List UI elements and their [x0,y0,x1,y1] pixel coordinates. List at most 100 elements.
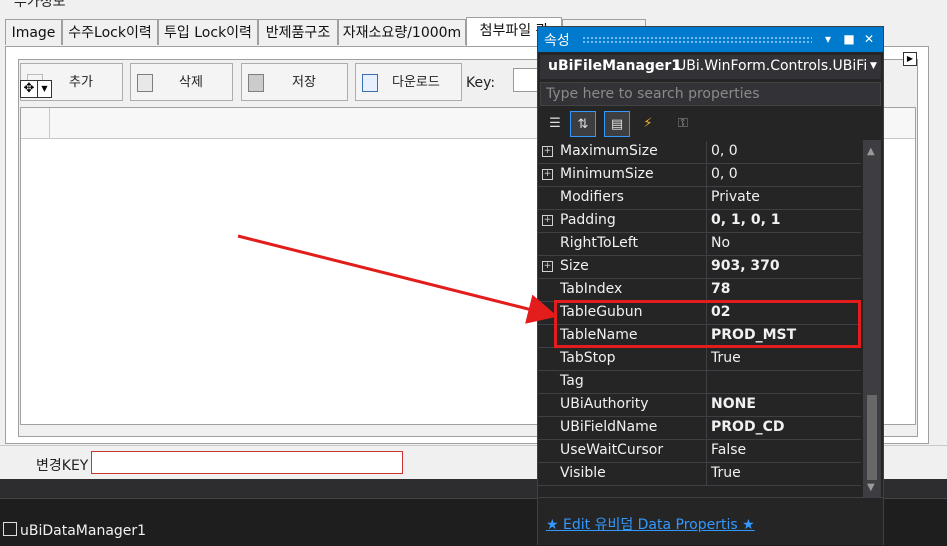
change-key-label: 변경KEY [36,458,89,474]
property-value[interactable]: No [711,235,730,251]
property-name: TabStop [560,350,616,366]
component-item[interactable]: uBiDataManager1 [20,523,146,539]
tab-label: 자재소요량/1000m [342,25,462,41]
column-divider [706,164,707,186]
dropdown-icon[interactable]: ▾ [819,30,837,48]
properties-title: 속성 [544,33,570,49]
maximize-icon[interactable]: ■ [840,30,858,48]
grid-corner [21,108,50,138]
delete-button[interactable]: 삭제 [130,63,233,101]
property-value[interactable]: 903, 370 [711,258,780,274]
object-selector[interactable]: uBiFileManager1 UBi.WinForm.Controls.UBi… [540,55,881,79]
drag-grip[interactable] [582,36,812,44]
property-value[interactable]: 0, 1, 0, 1 [711,212,781,228]
property-scrollbar[interactable]: ▲ ▼ [863,140,881,498]
property-value[interactable]: 0, 0 [711,143,738,159]
column-divider [706,394,707,416]
property-name: MinimumSize [560,166,654,182]
tab-image[interactable]: Image [5,19,62,45]
download-icon [362,74,378,92]
property-name: TabIndex [560,281,623,297]
chevron-right-icon[interactable]: ▶ [903,52,917,66]
property-row[interactable]: Modifiers Private [538,187,861,210]
property-row[interactable]: UBiAuthority NONE [538,394,861,417]
object-type: UBi.WinForm.Controls.UBiFil [676,58,866,74]
property-row[interactable]: TabIndex 78 [538,279,861,302]
property-row[interactable]: + Padding 0, 1, 0, 1 [538,210,861,233]
smart-tag-icon[interactable]: ▼ [37,80,52,98]
tab-label: Image [11,25,56,41]
categorized-icon[interactable]: ☰ [542,111,568,137]
property-row[interactable]: Visible True [538,463,861,486]
highlight-box [554,300,861,348]
alphabetical-icon[interactable]: ⇅ [570,111,596,137]
property-row[interactable]: TabStop True [538,348,861,371]
column-divider [706,141,707,163]
object-name: uBiFileManager1 [548,58,682,74]
property-search-input[interactable] [541,83,880,105]
property-value[interactable]: NONE [711,396,756,412]
save-label: 저장 [292,75,316,90]
property-row[interactable]: UBiFieldName PROD_CD [538,417,861,440]
save-button[interactable]: 저장 [241,63,348,101]
move-handle-icon[interactable]: ✥ [20,80,38,98]
save-icon [248,74,264,92]
properties-icon[interactable]: ▤ [604,111,630,137]
column-divider [706,440,707,462]
change-key-input[interactable] [91,451,403,474]
property-name: UBiAuthority [560,396,649,412]
property-row[interactable]: + MinimumSize 0, 0 [538,164,861,187]
scroll-up-icon[interactable]: ▲ [867,146,875,157]
property-value[interactable]: Private [711,189,760,205]
property-name: UBiFieldName [560,419,658,435]
expand-icon[interactable]: + [542,146,553,157]
tab-label: 반제품구조 [265,25,331,41]
add-label: 추가 [69,75,93,90]
properties-titlebar[interactable]: 속성 ▾ ■ ✕ [538,27,883,52]
chevron-down-icon: ▼ [870,61,877,71]
property-row[interactable]: RightToLeft No [538,233,861,256]
column-divider [706,348,707,370]
expand-icon[interactable]: + [542,215,553,226]
property-row[interactable]: UseWaitCursor False [538,440,861,463]
tab-label: 수주Lock이력 [68,25,152,41]
tab-material-requirement[interactable]: 자재소요량/1000m [338,19,466,45]
download-button[interactable]: 다운로드 [355,63,462,101]
properties-footer: ★ Edit 유비덤 Data Propertis ★ [538,497,883,545]
tab-input-lock-history[interactable]: 투입 Lock이력 [158,19,258,45]
property-name: UseWaitCursor [560,442,664,458]
tab-label: 투입 Lock이력 [164,25,252,41]
property-value[interactable]: 78 [711,281,730,297]
download-label: 다운로드 [392,75,440,90]
column-divider [706,417,707,439]
property-name: MaximumSize [560,143,658,159]
properties-window: 속성 ▾ ■ ✕ uBiFileManager1 UBi.WinForm.Con… [537,26,884,545]
delete-icon [137,74,153,92]
property-pages-icon[interactable]: ⚿ [670,111,696,137]
properties-toolbar: ☰ ⇅ ▤ ⚡ ⚿ [540,109,881,139]
property-value[interactable]: True [711,350,741,366]
edit-data-properties-link[interactable]: ★ Edit 유비덤 Data Propertis ★ [546,514,755,534]
property-search[interactable] [540,82,881,106]
property-name: Size [560,258,589,274]
scroll-down-icon[interactable]: ▼ [867,482,875,493]
key-label: Key: [466,75,496,91]
property-row[interactable]: + MaximumSize 0, 0 [538,141,861,164]
property-row[interactable]: + Size 903, 370 [538,256,861,279]
column-divider [706,233,707,255]
events-icon[interactable]: ⚡ [635,111,661,137]
column-divider [706,210,707,232]
property-value[interactable]: True [711,465,741,481]
expand-icon[interactable]: + [542,169,553,180]
property-value[interactable]: PROD_CD [711,419,784,435]
property-row[interactable]: Tag [538,371,861,394]
column-divider [706,187,707,209]
expand-icon[interactable]: + [542,261,553,272]
scroll-thumb[interactable] [867,395,877,480]
close-icon[interactable]: ✕ [860,30,878,48]
property-value[interactable]: 0, 0 [711,166,738,182]
tab-order-lock-history[interactable]: 수주Lock이력 [62,19,158,45]
group-title: 부가정보 [14,0,66,10]
property-value[interactable]: False [711,442,746,458]
tab-semi-product-structure[interactable]: 반제품구조 [258,19,338,45]
